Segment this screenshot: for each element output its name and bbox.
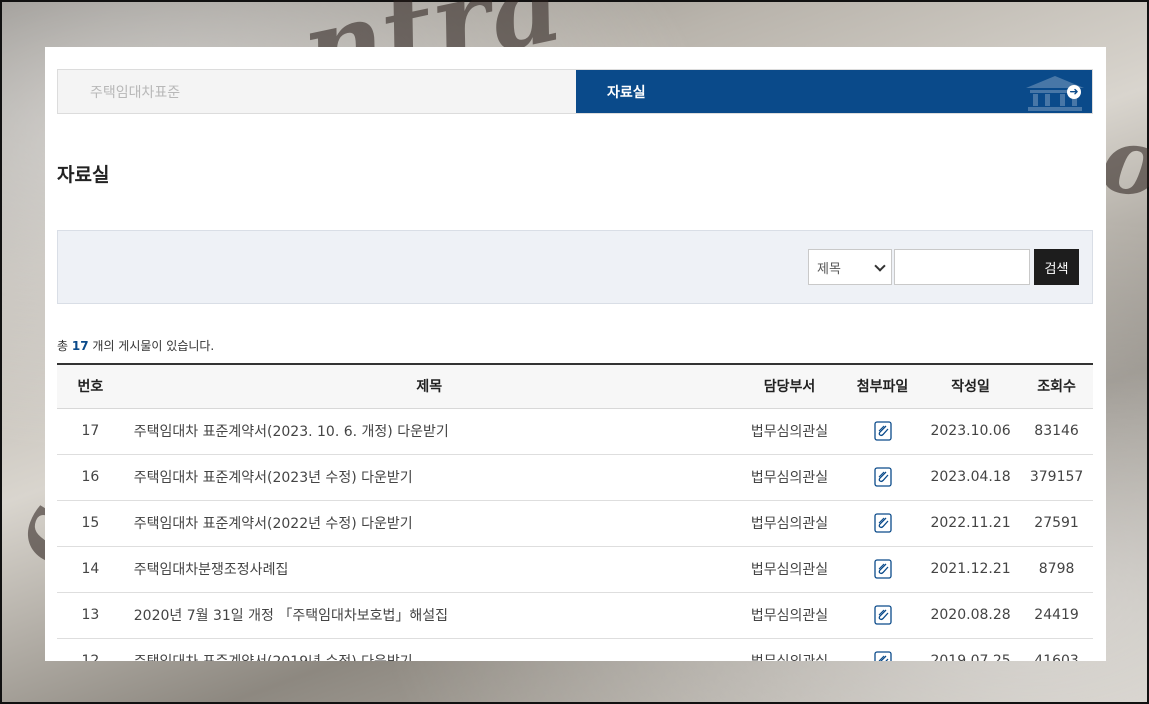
row-views: 41603 [1020, 638, 1093, 661]
row-attachment-cell [844, 638, 921, 661]
search-panel: 제목 검색 [57, 230, 1093, 304]
column-header-views: 조회수 [1020, 364, 1093, 409]
row-title-link[interactable]: 주택임대차 표준계약서(2019년 수정) 다운받기 [123, 638, 735, 661]
row-title-link[interactable]: 주택임대차 표준계약서(2023년 수정) 다운받기 [123, 454, 735, 501]
row-department: 법무심의관실 [734, 408, 845, 455]
row-title-link[interactable]: 주택임대차 표준계약서(2022년 수정) 다운받기 [123, 500, 735, 547]
attachment-icon[interactable] [873, 651, 892, 661]
row-number: 14 [57, 546, 124, 593]
table-row[interactable]: 12주택임대차 표준계약서(2019년 수정) 다운받기법무심의관실 2019.0… [57, 638, 1093, 661]
row-department: 법무심의관실 [734, 500, 845, 547]
chevron-down-icon [874, 260, 886, 272]
row-date: 2021.12.21 [921, 546, 1021, 593]
attachment-icon[interactable] [873, 513, 892, 533]
table-header-row: 번호 제목 담당부서 첨부파일 작성일 조회수 [57, 364, 1093, 409]
table-row[interactable]: 13 2020년 7월 31일 개정 「주택임대차보호법」해설집 법무심의관실 202… [57, 592, 1093, 639]
search-input[interactable] [894, 249, 1030, 285]
row-number: 15 [57, 500, 124, 547]
row-title-link[interactable]: 주택임대차 표준계약서(2023. 10. 6. 개정) 다운받기 [123, 408, 735, 455]
row-date: 2023.10.06 [921, 408, 1021, 455]
row-department: 법무심의관실 [734, 592, 845, 639]
row-views: 27591 [1020, 500, 1093, 547]
table-row[interactable]: 15 주택임대차 표준계약서(2022년 수정) 다운받기 법무심의관실 2022.1… [57, 500, 1093, 547]
search-field-value: 제목 [817, 261, 841, 277]
row-date: 2022.11.21 [921, 500, 1021, 547]
row-views: 24419 [1020, 592, 1093, 639]
post-count: 총 17 개의 게시물이 있습니다. [57, 337, 214, 354]
row-number: 16 [57, 454, 124, 501]
row-views: 8798 [1020, 546, 1093, 593]
row-department: 법무심의관실 [734, 546, 845, 593]
table-row[interactable]: 17 주택임대차 표준계약서(2023. 10. 6. 개정) 다운받기 법무심의관… [57, 408, 1093, 455]
row-number: 12 [57, 638, 124, 661]
count-number: 17 [71, 339, 89, 353]
row-date: 2020.08.28 [921, 592, 1021, 639]
row-attachment-cell [844, 500, 921, 547]
attachment-icon[interactable] [873, 605, 892, 625]
table-row[interactable]: 16 주택임대차 표준계약서(2023년 수정) 다운받기 법무심의관실 2023.0… [57, 454, 1093, 501]
count-prefix: 총 [57, 339, 69, 353]
row-attachment-cell [844, 454, 921, 501]
row-date: 2023.04.18 [921, 454, 1021, 501]
content-panel: 주택임대차표준 자료실 ➜ 자료실 제목 검색 총 17 개의 게시물이 있습니… [45, 47, 1106, 661]
row-department: 법무심의관실 [734, 638, 845, 661]
row-date: 2019.07.25 [921, 638, 1021, 661]
row-number: 13 [57, 592, 124, 639]
column-header-number: 번호 [57, 364, 124, 409]
table-row[interactable]: 14 주택임대차분쟁조정사례집 법무심의관실 2021.12.21 8798 [57, 546, 1093, 593]
attachment-icon[interactable] [873, 467, 892, 487]
column-header-date: 작성일 [921, 364, 1021, 409]
column-header-attachment: 첨부파일 [844, 364, 921, 409]
row-attachment-cell [844, 546, 921, 593]
post-table: 번호 제목 담당부서 첨부파일 작성일 조회수 17 주택임대차 표준계약서(20… [57, 363, 1093, 661]
row-views: 379157 [1020, 454, 1093, 501]
nav-item-label: 자료실 [607, 84, 646, 101]
attachment-icon[interactable] [873, 421, 892, 441]
count-suffix: 개의 게시물이 있습니다. [92, 339, 215, 353]
row-title-link[interactable]: 2020년 7월 31일 개정 「주택임대차보호법」해설집 [123, 592, 735, 639]
row-number: 17 [57, 408, 124, 455]
row-attachment-cell [844, 408, 921, 455]
arrow-right-icon[interactable]: ➜ [1067, 85, 1081, 99]
search-field-select[interactable]: 제목 [808, 249, 892, 285]
row-title-link[interactable]: 주택임대차분쟁조정사례집 [123, 546, 735, 593]
page-title: 자료실 [57, 164, 110, 186]
nav-item-label: 주택임대차표준 [90, 84, 181, 101]
row-department: 법무심의관실 [734, 454, 845, 501]
row-views: 83146 [1020, 408, 1093, 455]
nav-item-archive-active[interactable]: 자료실 ➜ [576, 70, 1092, 113]
nav-item-housing-lease[interactable]: 주택임대차표준 [58, 70, 576, 113]
search-button[interactable]: 검색 [1034, 249, 1079, 285]
column-header-title: 제목 [123, 364, 735, 409]
column-header-department: 담당부서 [734, 364, 845, 409]
attachment-icon[interactable] [873, 559, 892, 579]
row-attachment-cell [844, 592, 921, 639]
breadcrumb-nav: 주택임대차표준 자료실 ➜ [57, 69, 1093, 114]
